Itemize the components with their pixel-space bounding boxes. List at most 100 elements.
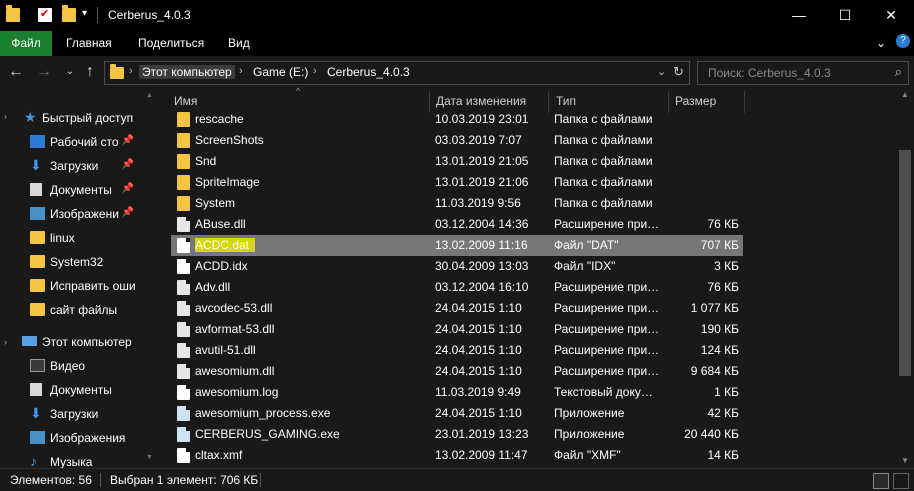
nav-item-label: linux (50, 231, 75, 245)
table-row[interactable]: ScreenShots 03.03.2019 7:07 Папка с файлам… (171, 130, 743, 151)
nav-item-fix-errors[interactable]: Исправить оши (0, 274, 140, 298)
nav-item-pictures-pc[interactable]: Изображения (0, 426, 140, 450)
table-row[interactable]: avutil-51.dll 24.04.2015 1:10 Расширение п… (171, 340, 743, 361)
nav-item-label: сайт файлы (50, 303, 118, 317)
quick-access-dropdown-icon[interactable]: ▾ (82, 8, 87, 19)
tab-file[interactable]: Файл (0, 31, 52, 56)
nav-item-system32[interactable]: System32 (0, 250, 140, 274)
file-name: awesomium.dll (195, 364, 275, 378)
table-row[interactable]: System 11.03.2019 9:56 Папка с файлами (171, 193, 743, 214)
scrollbar-thumb[interactable] (899, 150, 911, 376)
nav-item-music[interactable]: ♪ Музыка (0, 450, 140, 468)
nav-scrollbar[interactable]: ▲ ▼ (145, 88, 154, 468)
table-row[interactable]: awesomium.dll 24.04.2015 1:10 Расширение п… (171, 361, 743, 382)
file-type: Папка с файлами (554, 154, 653, 168)
folder-icon (177, 112, 190, 127)
properties-icon[interactable]: ✔ (38, 8, 52, 22)
address-row: ← → ⌄ ↑ › Этот компьютер › Game (E:) › C… (0, 56, 914, 88)
chevron-right-icon[interactable]: › (239, 65, 243, 77)
table-row[interactable]: CERBERUS_GAMING.exe 23.01.2019 13:23 Прило… (171, 424, 743, 445)
file-type: Расширение при… (554, 280, 659, 294)
sort-up-icon: ^ (296, 86, 301, 96)
chevron-right-icon[interactable]: › (129, 65, 133, 77)
tab-share[interactable]: Поделиться (128, 31, 214, 56)
pin-icon[interactable]: 📌 (122, 135, 134, 146)
breadcrumb-folder[interactable]: Cerberus_4.0.3 (327, 65, 410, 79)
help-icon[interactable]: ? (896, 34, 910, 48)
nav-item-linux[interactable]: linux (0, 226, 140, 250)
file-name: ACDD.idx (195, 259, 248, 273)
scroll-down-icon[interactable]: ▼ (901, 456, 909, 465)
table-row[interactable]: ACDC.dat 13.02.2009 11:16 Файл "DAT" 707 КБ (171, 235, 743, 256)
chevron-down-icon[interactable]: ⌄ (657, 65, 666, 78)
details-view-icon[interactable] (873, 473, 889, 489)
divider (100, 473, 101, 487)
file-date: 03.12.2004 16:10 (435, 280, 529, 294)
minimize-button[interactable]: — (776, 0, 822, 31)
chevron-right-icon[interactable]: › (313, 65, 317, 77)
table-row[interactable]: awesomium.log 11.03.2019 9:49 Текстовый до… (171, 382, 743, 403)
scroll-up-icon[interactable]: ▲ (901, 90, 909, 99)
table-row[interactable]: ACDD.idx 30.04.2009 13:03 Файл "IDX" 3 КБ (171, 256, 743, 277)
folder-icon (30, 303, 45, 316)
new-folder-icon[interactable] (62, 5, 76, 22)
nav-item-label: System32 (50, 255, 104, 269)
table-row[interactable]: Adv.dll 03.12.2004 16:10 Расширение при… 76… (171, 277, 743, 298)
nav-item-quick-access[interactable]: ★ Быстрый доступ (0, 106, 140, 130)
file-date: 11.03.2019 9:49 (435, 385, 521, 399)
nav-item-documents-pc[interactable]: Документы (0, 378, 140, 402)
column-size[interactable]: Размер (675, 94, 716, 108)
nav-item-pictures[interactable]: Изображени 📌 (0, 202, 140, 226)
search-input[interactable]: Поиск: Cerberus_4.0.3 ⌕ (697, 61, 909, 85)
table-row[interactable]: ABuse.dll 03.12.2004 14:36 Расширение при…… (171, 214, 743, 235)
pin-icon[interactable]: 📌 (122, 159, 134, 170)
file-size: 124 КБ (700, 343, 739, 357)
nav-item-this-pc[interactable]: Этот компьютер (0, 330, 140, 354)
close-button[interactable]: ✕ (868, 0, 914, 31)
tab-home[interactable]: Главная (56, 31, 122, 56)
file-size: 9 684 КБ (690, 364, 739, 378)
nav-item-site-files[interactable]: сайт файлы (0, 298, 140, 322)
music-icon: ♪ (30, 453, 37, 468)
file-date: 03.03.2019 7:07 (435, 133, 522, 147)
back-arrow-icon[interactable]: ← (6, 62, 26, 82)
table-row[interactable]: cltax.xmf 13.02.2009 11:47 Файл "XMF" 14 КБ (171, 445, 743, 466)
large-icons-view-icon[interactable] (893, 473, 909, 489)
column-name[interactable]: Имя (174, 94, 197, 108)
address-bar[interactable]: › Этот компьютер › Game (E:) › Cerberus_… (104, 61, 690, 85)
nav-item-label: Загрузки (50, 407, 99, 421)
navigation-pane: › ★ Быстрый доступ Рабочий сто… 📌 ⬇ Загр… (0, 88, 155, 468)
up-arrow-icon[interactable]: ↑ (80, 62, 100, 82)
divider (97, 7, 98, 23)
forward-arrow-icon[interactable]: → (34, 62, 54, 82)
nav-item-downloads[interactable]: ⬇ Загрузки 📌 (0, 154, 140, 178)
rows-container: rescache 10.03.2019 23:01 Папка с файлами S… (155, 109, 755, 469)
table-row[interactable]: rescache 10.03.2019 23:01 Папка с файлами (171, 109, 743, 130)
column-date[interactable]: Дата изменения (436, 94, 526, 108)
file-name: awesomium_process.exe (195, 406, 331, 420)
dll-file-icon (177, 343, 190, 358)
file-type: Папка с файлами (554, 196, 653, 210)
breadcrumb-drive[interactable]: Game (E:) (253, 65, 308, 79)
ribbon-collapse-icon[interactable]: ⌄ (876, 36, 886, 50)
nav-item-documents[interactable]: Документы 📌 (0, 178, 140, 202)
pin-icon[interactable]: 📌 (122, 183, 134, 194)
vertical-scrollbar[interactable]: ▲ ▼ (897, 88, 914, 468)
table-row[interactable]: SpriteImage 13.01.2019 21:06 Папка с файла… (171, 172, 743, 193)
table-row[interactable]: avformat-53.dll 24.04.2015 1:10 Расширение… (171, 319, 743, 340)
breadcrumb-this-pc[interactable]: Этот компьютер (139, 65, 235, 79)
column-type[interactable]: Тип (556, 94, 576, 108)
folder-icon (177, 154, 190, 169)
table-row[interactable]: avcodec-53.dll 24.04.2015 1:10 Расширение … (171, 298, 743, 319)
nav-item-downloads-pc[interactable]: ⬇ Загрузки (0, 402, 140, 426)
refresh-icon[interactable]: ↻ (673, 64, 684, 80)
nav-item-video[interactable]: Видео (0, 354, 140, 378)
file-date: 13.02.2009 11:16 (435, 238, 528, 252)
table-row[interactable]: Snd 13.01.2019 21:05 Папка с файлами (171, 151, 743, 172)
table-row[interactable]: awesomium_process.exe 24.04.2015 1:10 Прил… (171, 403, 743, 424)
recent-locations-icon[interactable]: ⌄ (60, 62, 80, 82)
nav-item-desktop[interactable]: Рабочий сто… 📌 (0, 130, 140, 154)
maximize-button[interactable]: ☐ (822, 0, 868, 31)
tab-view[interactable]: Вид (218, 31, 260, 56)
pin-icon[interactable]: 📌 (122, 207, 134, 218)
